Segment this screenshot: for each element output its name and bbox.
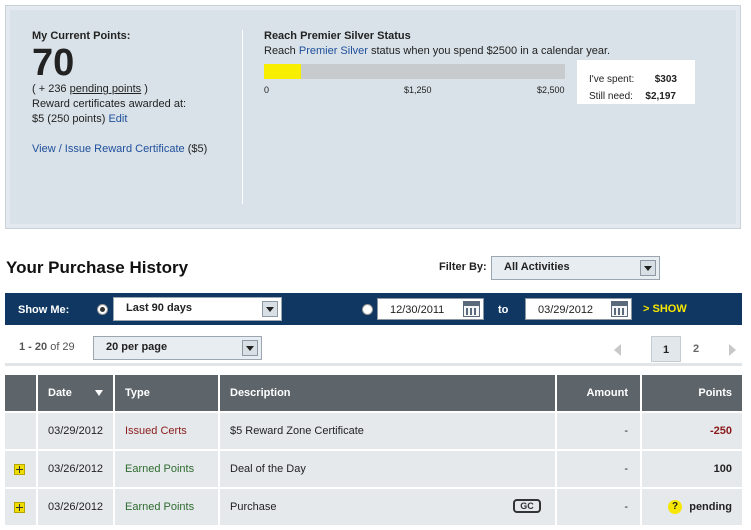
row-date: 03/26/2012	[38, 489, 115, 525]
expand-cell[interactable]	[5, 489, 38, 525]
pending-points-link[interactable]: pending points	[70, 83, 142, 95]
pending-points-line: ( + 236 pending points )	[32, 83, 148, 95]
row-type: Issued Certs	[115, 413, 220, 449]
certs-awarded-label: Reward certificates awarded at:	[32, 98, 187, 110]
view-issue-suffix: ($5)	[187, 143, 208, 155]
row-amount: -	[557, 489, 642, 525]
per-page-value: 20 per page	[106, 341, 168, 353]
page-2-button[interactable]: 2	[681, 336, 711, 362]
premier-subtitle: Reach Premier Silver status when you spe…	[264, 45, 610, 57]
header-amount[interactable]: Amount	[557, 375, 642, 411]
page-1-button[interactable]: 1	[651, 336, 681, 362]
filter-select-value: All Activities	[504, 261, 570, 273]
expand-cell[interactable]	[5, 451, 38, 487]
date-to-input[interactable]: 03/29/2012	[525, 298, 632, 320]
progress-tick-min: 0	[264, 85, 270, 95]
premier-sub-suffix: status when you spend $2500 in a calenda…	[367, 45, 611, 57]
premier-title: Reach Premier Silver Status	[264, 30, 411, 42]
need-value: $2,197	[645, 91, 676, 102]
row-points: -250	[709, 425, 732, 437]
row-amount: -	[557, 413, 642, 449]
filter-label: Filter By:	[439, 261, 487, 273]
show-button[interactable]: > SHOW	[643, 303, 687, 315]
row-type: Earned Points	[115, 489, 220, 525]
current-points-title: My Current Points:	[32, 30, 131, 42]
date-to-value: 03/29/2012	[538, 304, 594, 316]
edit-link[interactable]: Edit	[108, 113, 127, 125]
premier-sub-prefix: Reach	[264, 45, 299, 57]
calendar-icon[interactable]	[611, 301, 628, 317]
question-icon[interactable]: ?	[668, 500, 682, 514]
row-description: Deal of the Day	[220, 451, 557, 487]
date-range-radio[interactable]	[362, 304, 373, 315]
row-points: pending	[689, 501, 732, 513]
chevron-right-icon[interactable]	[729, 344, 736, 356]
pending-suffix: )	[141, 83, 148, 95]
row-type: Earned Points	[115, 451, 220, 487]
chevron-down-icon	[242, 340, 258, 356]
per-page-select[interactable]: 20 per page	[93, 336, 262, 360]
progress-tick-mid: $1,250	[404, 85, 432, 95]
cert-rate: $5 (250 points)	[32, 113, 106, 125]
cert-rate-line: $5 (250 points) Edit	[32, 113, 127, 125]
purchase-history-title: Your Purchase History	[6, 258, 189, 277]
show-me-label: Show Me:	[18, 304, 70, 316]
row-description: $5 Reward Zone Certificate	[220, 413, 557, 449]
header-expand	[5, 375, 38, 411]
divider	[5, 363, 742, 366]
expand-plus-icon[interactable]	[14, 464, 25, 475]
need-label: Still need:	[589, 91, 633, 102]
chevron-down-icon	[640, 260, 656, 276]
result-range: 1 - 20	[19, 341, 48, 353]
row-description: Purchase	[220, 489, 557, 525]
spent-value: $303	[654, 74, 677, 85]
spending-summary: I've spent: $303 Still need: $2,197	[577, 60, 695, 104]
result-count: 1 - 20 of 29	[19, 341, 75, 353]
premier-silver-link[interactable]: Premier Silver	[299, 45, 368, 57]
expand-cell	[5, 413, 38, 449]
result-total: of 29	[47, 341, 75, 353]
row-date: 03/26/2012	[38, 451, 115, 487]
header-type[interactable]: Type	[115, 375, 220, 411]
premier-progress-bar	[264, 64, 565, 79]
premier-progress-fill	[264, 64, 301, 79]
row-amount: -	[557, 451, 642, 487]
view-issue-certificate-link[interactable]: View / Issue Reward Certificate	[32, 143, 185, 155]
chevron-down-icon	[262, 301, 278, 317]
progress-tick-max: $2,500	[537, 85, 565, 95]
header-description[interactable]: Description	[220, 375, 557, 411]
header-date[interactable]: Date	[38, 375, 115, 411]
range-select-value: Last 90 days	[126, 302, 193, 314]
table-header: Date Type Description Amount Points	[5, 375, 742, 411]
header-points[interactable]: Points	[642, 375, 742, 411]
show-me-bar: Show Me: Last 90 days 12/30/2011 to 03/2…	[5, 293, 742, 325]
view-issue-line: View / Issue Reward Certificate ($5)	[32, 143, 207, 155]
chevron-left-icon[interactable]	[614, 344, 621, 356]
calendar-icon[interactable]	[463, 301, 480, 317]
range-select[interactable]: Last 90 days	[113, 297, 282, 321]
date-from-value: 12/30/2011	[390, 304, 445, 316]
panel-divider	[242, 30, 243, 204]
current-points-value: 70	[32, 42, 75, 84]
table-row[interactable]: 03/29/2012 Issued Certs $5 Reward Zone C…	[5, 413, 742, 449]
row-date: 03/29/2012	[38, 413, 115, 449]
sort-down-icon[interactable]	[95, 390, 103, 396]
date-from-input[interactable]: 12/30/2011	[377, 298, 484, 320]
filter-select[interactable]: All Activities	[491, 256, 660, 280]
range-radio[interactable]	[97, 304, 108, 315]
gift-card-badge: GC	[513, 499, 541, 513]
header-date-label: Date	[48, 387, 72, 399]
table-row[interactable]: 03/26/2012 Earned Points Deal of the Day…	[5, 451, 742, 487]
pending-prefix: ( + 236	[32, 83, 70, 95]
to-label: to	[498, 304, 509, 316]
spent-label: I've spent:	[589, 74, 635, 85]
expand-plus-icon[interactable]	[14, 502, 25, 513]
table-row[interactable]: 03/26/2012 Earned Points Purchase GC - p…	[5, 489, 742, 525]
row-points: 100	[713, 463, 732, 475]
